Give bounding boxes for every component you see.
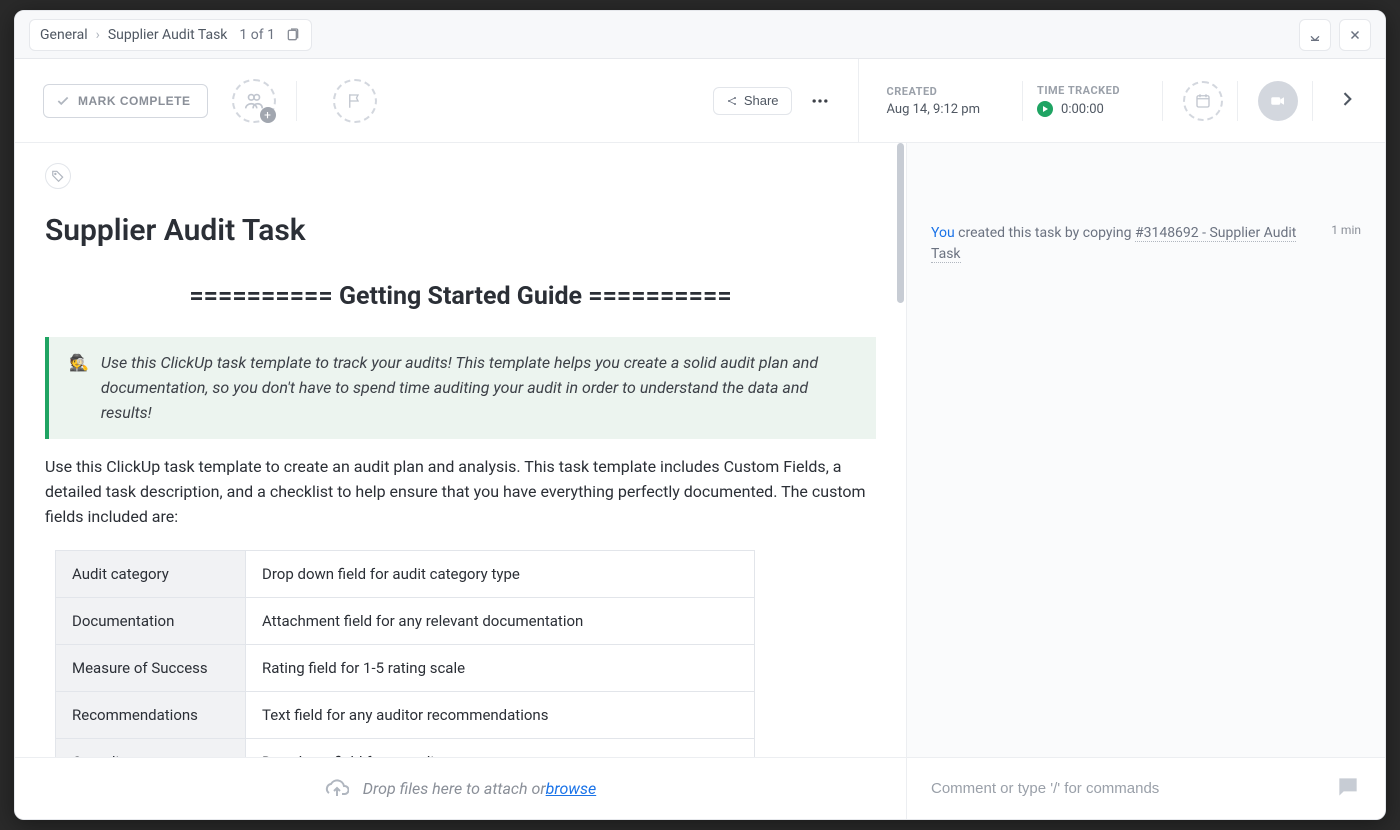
callout-text: Use this ClickUp task template to track …	[101, 351, 856, 425]
share-label: Share	[744, 93, 779, 108]
field-desc: Dropdown field for compliance status	[246, 738, 755, 757]
field-name: Recommendations	[56, 691, 246, 738]
share-button[interactable]: Share	[713, 87, 792, 115]
activity-column: You created this task by copying #314869…	[907, 143, 1385, 819]
created-info: CREATED Aug 14, 9:12 pm	[887, 85, 981, 117]
mark-complete-button[interactable]: MARK COMPLETE	[43, 84, 208, 118]
fields-table: Audit categoryDrop down field for audit …	[55, 550, 755, 757]
task-toolbar: MARK COMPLETE Share CREATED Aug 14,	[15, 59, 1385, 143]
minimize-button[interactable]	[1299, 19, 1331, 51]
comment-box	[907, 757, 1385, 819]
breadcrumb-task[interactable]: Supplier Audit Task	[108, 27, 228, 43]
table-row: Audit categoryDrop down field for audit …	[56, 550, 755, 597]
scrollbar[interactable]	[897, 143, 904, 303]
browse-link[interactable]: browse	[546, 779, 597, 798]
breadcrumb-root[interactable]: General	[40, 27, 88, 43]
created-value: Aug 14, 9:12 pm	[887, 102, 981, 117]
task-title[interactable]: Supplier Audit Task	[45, 213, 876, 248]
play-icon[interactable]	[1037, 101, 1053, 117]
mark-complete-label: MARK COMPLETE	[78, 94, 191, 108]
divider	[1237, 81, 1238, 121]
due-date-add[interactable]	[1183, 81, 1223, 121]
close-button[interactable]	[1339, 19, 1371, 51]
field-name: Compliance	[56, 738, 246, 757]
comment-input[interactable]	[931, 780, 1323, 797]
breadcrumb[interactable]: General › Supplier Audit Task 1 of 1	[29, 19, 312, 51]
activity-feed: You created this task by copying #314869…	[907, 143, 1385, 757]
attachment-dropzone[interactable]: Drop files here to attach or browse	[15, 757, 906, 819]
dropzone-text: Drop files here to attach or	[363, 779, 546, 798]
info-strip: CREATED Aug 14, 9:12 pm TIME TRACKED 0:0…	[858, 59, 1357, 142]
time-tracked-label: TIME TRACKED	[1037, 84, 1120, 97]
field-desc: Text field for any auditor recommendatio…	[246, 691, 755, 738]
divider	[1162, 81, 1163, 121]
tags-add[interactable]	[45, 163, 71, 189]
table-row: ComplianceDropdown field for compliance …	[56, 738, 755, 757]
divider	[1022, 81, 1023, 121]
time-tracked-info: TIME TRACKED 0:00:00	[1037, 84, 1120, 117]
breadcrumb-bar: General › Supplier Audit Task 1 of 1	[15, 11, 1385, 59]
field-name: Measure of Success	[56, 644, 246, 691]
breadcrumb-count: 1 of 1	[239, 27, 275, 43]
guide-heading: ========== Getting Started Guide =======…	[45, 282, 876, 311]
field-desc: Attachment field for any relevant docume…	[246, 597, 755, 644]
task-content[interactable]: Supplier Audit Task ========== Getting S…	[15, 143, 906, 757]
activity-action: created this task by copying	[955, 225, 1135, 241]
field-desc: Drop down field for audit category type	[246, 550, 755, 597]
video-record[interactable]	[1258, 81, 1298, 121]
description-paragraph: Use this ClickUp task template to create…	[45, 455, 876, 529]
table-row: Measure of SuccessRating field for 1-5 r…	[56, 644, 755, 691]
main-column: Supplier Audit Task ========== Getting S…	[15, 143, 907, 819]
field-name: Documentation	[56, 597, 246, 644]
divider	[296, 81, 297, 121]
table-row: RecommendationsText field for any audito…	[56, 691, 755, 738]
created-label: CREATED	[887, 85, 981, 98]
field-desc: Rating field for 1-5 rating scale	[246, 644, 755, 691]
comment-icon[interactable]	[1335, 774, 1361, 804]
field-name: Audit category	[56, 550, 246, 597]
table-row: DocumentationAttachment field for any re…	[56, 597, 755, 644]
divider	[1312, 81, 1313, 121]
time-tracked-value: 0:00:00	[1061, 102, 1104, 117]
activity-actor[interactable]: You	[931, 225, 955, 241]
assignees-add[interactable]	[232, 79, 276, 123]
activity-entry: You created this task by copying #314869…	[931, 223, 1361, 265]
activity-time: 1 min	[1331, 223, 1361, 237]
chevron-right-icon: ›	[96, 27, 100, 43]
priority-add[interactable]	[333, 79, 377, 123]
task-modal: General › Supplier Audit Task 1 of 1 MAR…	[14, 10, 1386, 820]
detective-icon: 🕵️	[69, 351, 89, 425]
callout: 🕵️ Use this ClickUp task template to tra…	[45, 337, 876, 439]
external-icon[interactable]	[285, 27, 301, 43]
next-task[interactable]	[1337, 89, 1357, 113]
more-menu[interactable]	[810, 91, 830, 111]
